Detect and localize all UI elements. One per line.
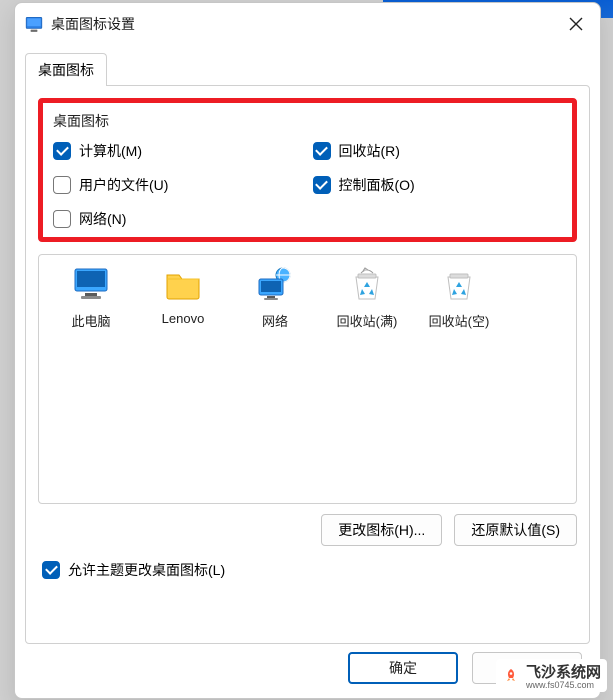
- icon-label: 回收站(满): [337, 311, 398, 330]
- label-recycle-bin: 回收站(R): [339, 141, 400, 161]
- change-icon-button[interactable]: 更改图标(H)...: [321, 514, 442, 546]
- watermark-title: 飞沙系统网: [526, 661, 601, 682]
- checkbox-user-files[interactable]: [53, 176, 71, 194]
- recycle-empty-icon: [439, 265, 479, 305]
- checkbox-recycle-bin[interactable]: [313, 142, 331, 160]
- label-control-panel: 控制面板(O): [339, 175, 415, 195]
- tab-row: 桌面图标: [25, 53, 590, 86]
- checkbox-allow-theme[interactable]: [42, 561, 60, 579]
- this-pc-icon: [71, 265, 111, 305]
- titlebar: 桌面图标设置: [15, 3, 600, 45]
- icon-label: 此电脑: [71, 311, 110, 330]
- tab-desktop-icons[interactable]: 桌面图标: [25, 53, 107, 86]
- network-icon: [255, 265, 295, 305]
- label-allow-theme: 允许主题更改桌面图标(L): [68, 560, 225, 580]
- system-icon: [25, 15, 43, 33]
- watermark-subtitle: www.fs0745.com: [526, 680, 601, 690]
- folder-icon: [163, 265, 203, 305]
- close-icon: [569, 17, 583, 31]
- icon-item-network[interactable]: 网络: [229, 265, 321, 330]
- icon-label: Lenovo: [162, 311, 205, 326]
- tab-page: 桌面图标 计算机(M) 回收站(R) 用户的文件(U): [25, 85, 590, 644]
- ok-button[interactable]: 确定: [348, 652, 458, 684]
- label-user-files: 用户的文件(U): [79, 175, 168, 195]
- checkbox-computer[interactable]: [53, 142, 71, 160]
- icon-label: 网络: [262, 311, 288, 330]
- close-button[interactable]: [552, 4, 600, 44]
- icon-preview-list[interactable]: 此电脑 Lenovo: [38, 254, 577, 504]
- watermark: 飞沙系统网 www.fs0745.com: [496, 659, 607, 692]
- icon-item-lenovo[interactable]: Lenovo: [137, 265, 229, 326]
- checkbox-network[interactable]: [53, 210, 71, 228]
- desktop-icon-settings-dialog: 桌面图标设置 桌面图标 桌面图标 计算机(M) 回: [14, 2, 601, 699]
- icon-item-this-pc[interactable]: 此电脑: [45, 265, 137, 330]
- restore-default-button[interactable]: 还原默认值(S): [454, 514, 577, 546]
- group-title: 桌面图标: [53, 111, 562, 131]
- recycle-full-icon: [347, 265, 387, 305]
- desktop-icons-group: 桌面图标 计算机(M) 回收站(R) 用户的文件(U): [38, 98, 577, 242]
- rocket-icon: [502, 667, 520, 685]
- label-computer: 计算机(M): [79, 141, 142, 161]
- icon-item-recycle-empty[interactable]: 回收站(空): [413, 265, 505, 330]
- checkbox-control-panel[interactable]: [313, 176, 331, 194]
- label-network: 网络(N): [79, 209, 126, 229]
- icon-item-recycle-full[interactable]: 回收站(满): [321, 265, 413, 330]
- icon-label: 回收站(空): [429, 311, 490, 330]
- dialog-title: 桌面图标设置: [51, 14, 135, 34]
